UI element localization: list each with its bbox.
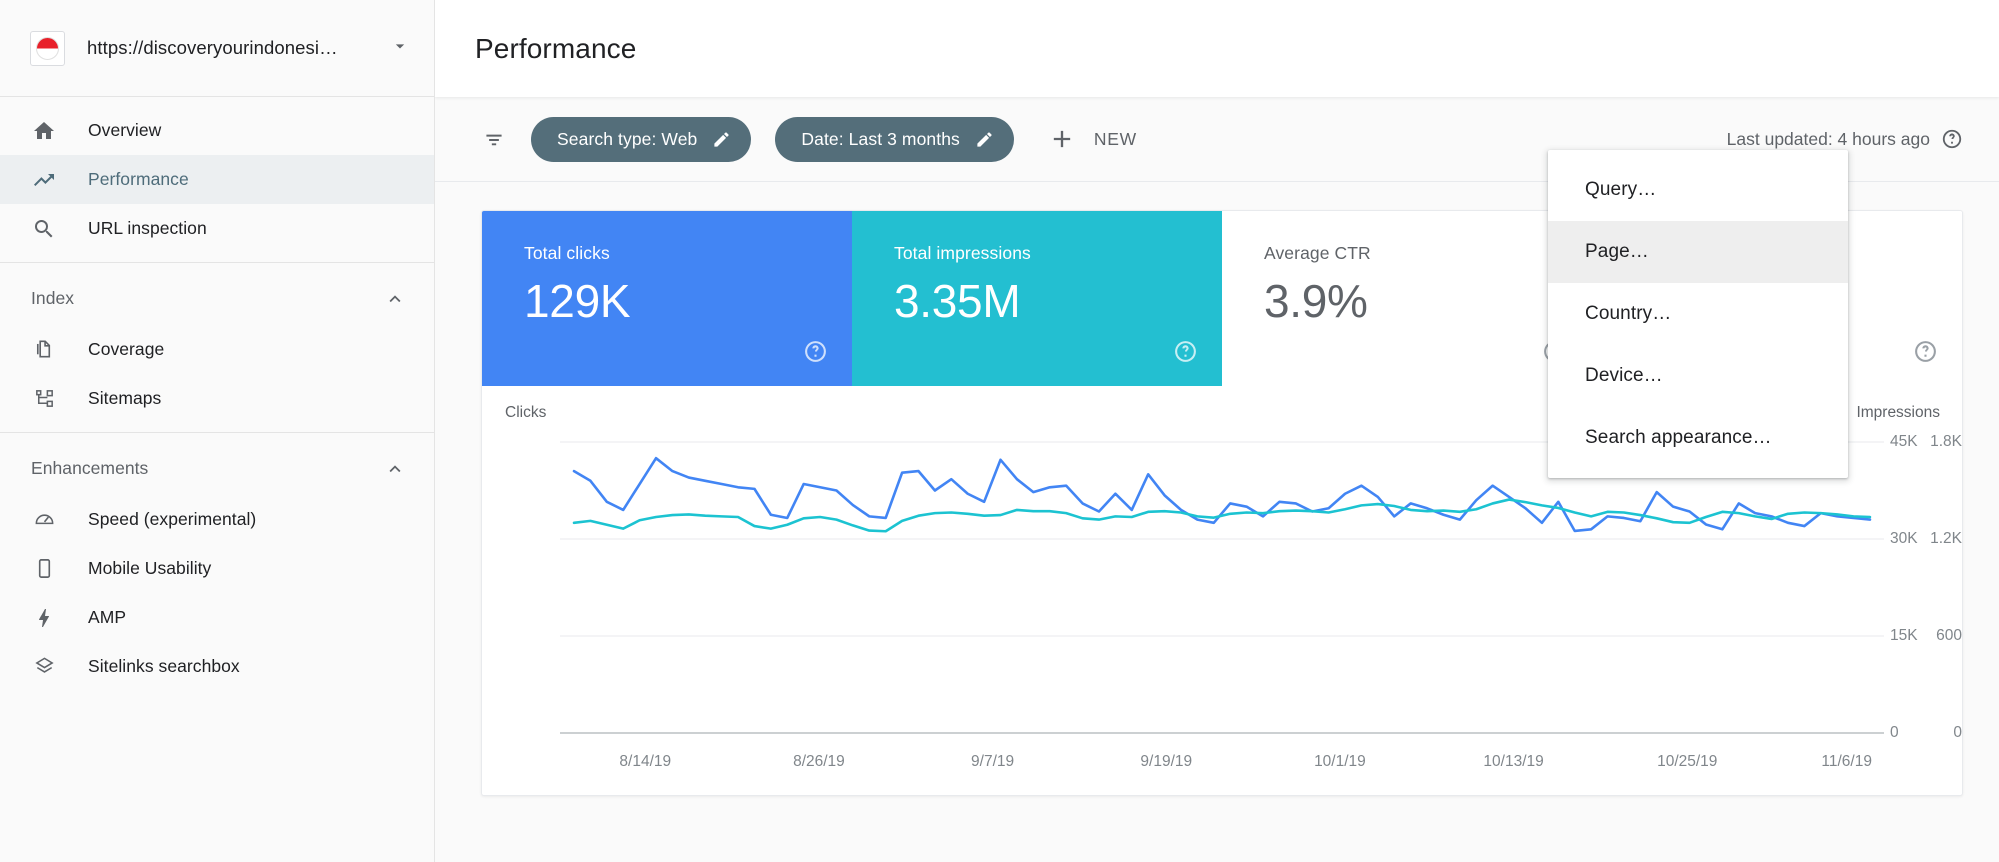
- sidebar-item-sitemaps[interactable]: Sitemaps: [0, 374, 434, 423]
- menu-item-label: Page…: [1585, 241, 1649, 262]
- y-tick-label: 0: [1953, 724, 1962, 741]
- lightning-bolt-icon: [31, 605, 57, 631]
- filter-list-icon[interactable]: [481, 126, 507, 152]
- sidebar-item-label: AMP: [88, 607, 127, 627]
- menu-item-country[interactable]: Country…: [1548, 283, 1848, 345]
- page-title: Performance: [475, 32, 637, 64]
- section-header-index[interactable]: Index: [0, 272, 434, 325]
- sidebar-item-sitelinks-searchbox[interactable]: Sitelinks searchbox: [0, 642, 434, 691]
- pencil-icon[interactable]: [975, 130, 994, 149]
- menu-item-device[interactable]: Device…: [1548, 345, 1848, 407]
- menu-item-label: Search appearance…: [1585, 427, 1772, 448]
- chevron-up-icon[interactable]: [384, 288, 406, 310]
- chip-label: Date: Last 3 months: [801, 128, 960, 149]
- pencil-icon[interactable]: [712, 130, 731, 149]
- new-button-label: NEW: [1093, 128, 1137, 149]
- new-filter-dropdown-menu: Query… Page… Country… Device… Search app…: [1548, 150, 1848, 478]
- metric-value: 3.9%: [1264, 275, 1368, 327]
- menu-item-label: Country…: [1585, 303, 1672, 324]
- metric-card-total-impressions[interactable]: Total impressions 3.35M: [852, 211, 1222, 386]
- sidebar-item-performance[interactable]: Performance: [0, 155, 434, 204]
- menu-item-page[interactable]: Page…: [1548, 221, 1848, 283]
- x-tick-label: 11/6/19: [1821, 753, 1872, 770]
- filter-chip-search-type[interactable]: Search type: Web: [531, 116, 752, 162]
- nav-section-index: Index Coverage Sitemaps: [0, 263, 434, 433]
- chevron-up-icon[interactable]: [384, 458, 406, 480]
- nav-primary: Overview Performance URL inspection: [0, 97, 434, 263]
- metric-value: 3.35M: [894, 275, 1021, 327]
- nav-section-enhancements: Enhancements Speed (experimental) Mobile…: [0, 433, 434, 700]
- property-url: https://discoveryourindonesi…: [87, 37, 338, 58]
- menu-item-label: Query…: [1585, 179, 1657, 200]
- y2-tick-label: 45K: [1890, 433, 1918, 450]
- x-tick-label: 10/25/19: [1657, 753, 1718, 770]
- help-circle-icon[interactable]: [1913, 339, 1938, 364]
- chevron-down-icon[interactable]: [390, 36, 410, 61]
- sidebar-item-label: Mobile Usability: [88, 558, 212, 578]
- sidebar-item-url-inspection[interactable]: URL inspection: [0, 204, 434, 253]
- sidebar: https://discoveryourindonesi… Overview P…: [0, 0, 435, 862]
- sidebar-item-label: Coverage: [88, 339, 165, 359]
- sidebar-item-coverage[interactable]: Coverage: [0, 325, 434, 374]
- sidebar-item-mobile-usability[interactable]: Mobile Usability: [0, 544, 434, 593]
- trending-up-icon: [31, 167, 57, 193]
- new-filter-button[interactable]: NEW: [1048, 125, 1137, 153]
- property-selector[interactable]: https://discoveryourindonesi…: [0, 0, 434, 97]
- help-circle-icon[interactable]: [803, 339, 828, 364]
- x-tick-label: 10/1/19: [1314, 753, 1366, 770]
- pages-icon: [31, 337, 57, 363]
- y2-tick-label: 30K: [1890, 530, 1918, 547]
- x-tick-label: 8/26/19: [793, 753, 845, 770]
- help-circle-icon[interactable]: [1173, 339, 1198, 364]
- speedometer-icon: [31, 507, 57, 533]
- app-root: https://discoveryourindonesi… Overview P…: [0, 0, 1999, 862]
- help-circle-icon[interactable]: [1941, 128, 1963, 150]
- indonesia-flag-icon: [30, 30, 65, 66]
- metric-label: Average CTR: [1264, 243, 1371, 263]
- metric-label: Total clicks: [524, 243, 610, 263]
- last-updated: Last updated: 4 hours ago: [1727, 128, 1963, 150]
- sidebar-item-speed[interactable]: Speed (experimental): [0, 495, 434, 544]
- main-content: Performance Search type: Web Date: Last …: [435, 0, 1999, 862]
- sidebar-item-label: Performance: [88, 169, 189, 189]
- sidebar-item-amp[interactable]: AMP: [0, 593, 434, 642]
- layers-icon: [31, 654, 57, 680]
- metric-value: 129K: [524, 275, 631, 327]
- sidebar-item-overview[interactable]: Overview: [0, 106, 434, 155]
- sitemap-icon: [31, 386, 57, 412]
- x-tick-label: 8/14/19: [619, 753, 672, 770]
- metric-card-average-ctr[interactable]: Average CTR 3.9%: [1222, 211, 1592, 386]
- x-tick-label: 9/19/19: [1140, 753, 1193, 770]
- menu-item-query[interactable]: Query…: [1548, 159, 1848, 221]
- sidebar-item-label: Sitelinks searchbox: [88, 656, 240, 676]
- menu-item-label: Device…: [1585, 365, 1663, 386]
- section-title: Enhancements: [31, 458, 149, 478]
- last-updated-text: Last updated: 4 hours ago: [1726, 128, 1930, 149]
- sidebar-item-label: Speed (experimental): [88, 509, 257, 529]
- menu-item-search-appearance[interactable]: Search appearance…: [1548, 407, 1848, 469]
- plus-icon: [1048, 125, 1076, 153]
- mobile-phone-icon: [31, 556, 57, 582]
- section-title: Index: [31, 288, 75, 308]
- y2-tick-label: 0: [1890, 724, 1899, 741]
- home-icon: [31, 118, 57, 144]
- y2-tick-label: 15K: [1890, 627, 1918, 644]
- metric-label: Total impressions: [894, 243, 1031, 263]
- sidebar-item-label: URL inspection: [88, 218, 207, 238]
- page-header: Performance: [435, 0, 1999, 97]
- x-tick-label: 10/13/19: [1483, 753, 1544, 770]
- sidebar-item-label: Overview: [88, 120, 162, 140]
- sidebar-item-label: Sitemaps: [88, 388, 162, 408]
- chip-label: Search type: Web: [557, 128, 698, 149]
- filter-chip-date[interactable]: Date: Last 3 months: [775, 116, 1014, 162]
- chart-series-impressions: [572, 498, 1872, 533]
- search-icon: [31, 216, 57, 242]
- metric-card-total-clicks[interactable]: Total clicks 129K: [482, 211, 852, 386]
- x-tick-label: 9/7/19: [971, 753, 1015, 770]
- section-header-enhancements[interactable]: Enhancements: [0, 442, 434, 495]
